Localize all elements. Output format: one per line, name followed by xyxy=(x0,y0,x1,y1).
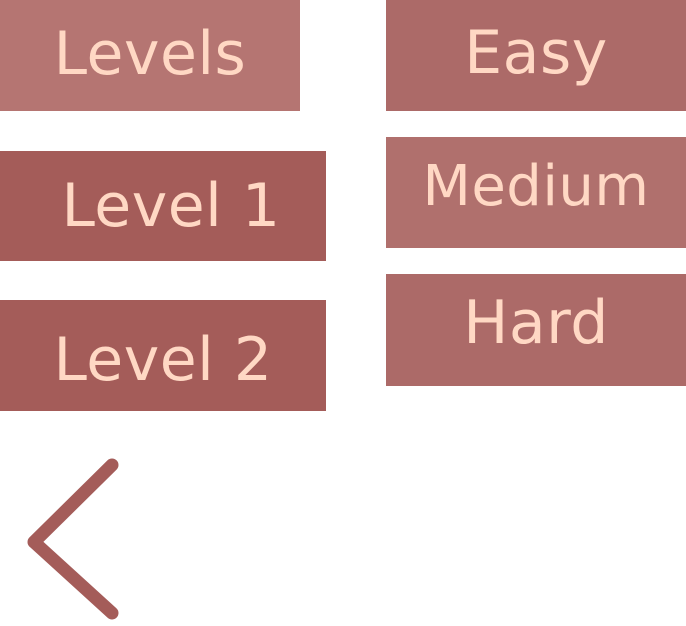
difficulty-easy-button[interactable]: Easy xyxy=(386,0,686,111)
level-1-button[interactable]: Level 1 xyxy=(0,151,326,261)
difficulty-medium-label: Medium xyxy=(422,154,650,219)
levels-header: Levels xyxy=(0,0,300,111)
difficulty-easy-label: Easy xyxy=(464,17,608,88)
level-2-label: Level 2 xyxy=(53,324,273,395)
difficulty-hard-label: Hard xyxy=(463,288,609,358)
back-button[interactable] xyxy=(22,455,128,622)
chevron-left-icon xyxy=(27,458,119,620)
level-1-label: Level 1 xyxy=(61,171,281,241)
level-2-button[interactable]: Level 2 xyxy=(0,300,326,411)
difficulty-hard-button[interactable]: Hard xyxy=(386,274,686,386)
levels-header-label: Levels xyxy=(53,18,247,89)
difficulty-medium-button[interactable]: Medium xyxy=(386,137,686,248)
